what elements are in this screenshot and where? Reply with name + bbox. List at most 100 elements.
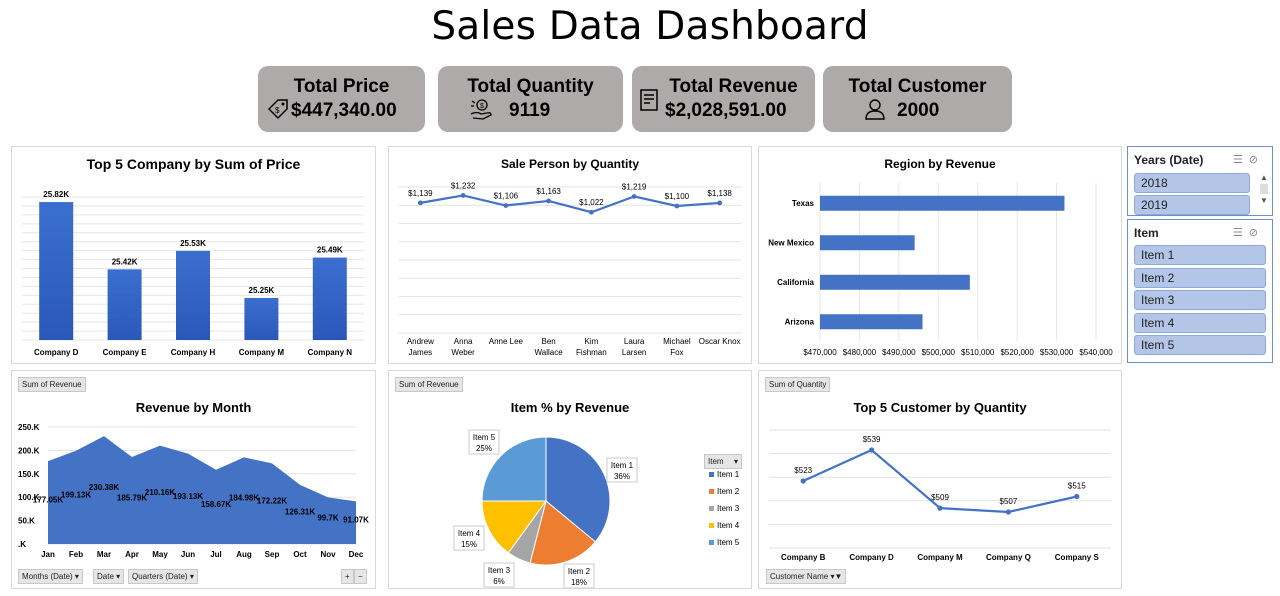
scroll-down-icon[interactable]: ▼ — [1259, 196, 1269, 205]
data-label-category: Item 2 — [568, 567, 591, 576]
data-label-category: Item 1 — [611, 461, 634, 470]
bar-california — [820, 274, 970, 290]
data-label: $523 — [794, 466, 812, 475]
scroll-up-icon[interactable]: ▲ — [1259, 173, 1269, 182]
clear-filter-icon[interactable]: ⊘ — [1249, 154, 1264, 166]
data-point — [937, 505, 943, 511]
region-bar-chart: $470,000 $480,000 $490,000 $500,000 $510,000… — [768, 183, 1113, 357]
user-icon — [865, 99, 885, 120]
slicer-scrollbar[interactable]: ▲ ▼ — [1259, 173, 1269, 213]
x-tick-label: Anne Lee — [489, 337, 524, 346]
bar-company-e — [107, 269, 142, 340]
clear-filter-icon[interactable]: ⊘ — [1249, 227, 1264, 239]
data-label: 6% — [493, 577, 505, 586]
data-point — [1074, 493, 1080, 500]
data-label: 184.98K — [229, 494, 259, 503]
sales-person-chart-panel[interactable]: Sale Person by Quantity $1,139 Andrew Jame… — [388, 146, 752, 364]
x-tick-label: Kim — [584, 337, 598, 346]
kpi-value: $447,340.00 — [291, 100, 397, 121]
bar-company-n — [312, 257, 347, 340]
top-company-chart-panel[interactable]: Top 5 Company by Sum of Price 25.82K Comp… — [11, 146, 376, 364]
data-label: 210.16K — [145, 488, 175, 497]
slicer-title: Years (Date) — [1134, 153, 1204, 167]
data-label: $507 — [1000, 497, 1018, 506]
data-label: 15% — [461, 540, 477, 549]
top-customer-chart-panel[interactable]: Sum of Quantity Top 5 Customer by Quanti… — [758, 370, 1122, 589]
kpi-value: 9119 — [509, 100, 551, 121]
kpi-value: $2,028,591.00 — [665, 100, 787, 121]
bar-texas — [820, 195, 1065, 211]
x-tick-label: Company D — [849, 553, 894, 562]
y-tick-label: 250.K — [18, 423, 40, 432]
y-tick-label: 200.K — [18, 446, 40, 455]
data-label: 25% — [476, 444, 492, 453]
collapse-field-button[interactable]: − — [354, 569, 367, 584]
x-tick-label: Dec — [349, 550, 364, 559]
data-label: $1,232 — [451, 181, 476, 190]
kpi-value: 2000 — [897, 100, 940, 121]
x-tick-label: Company Q — [986, 553, 1031, 562]
x-tick-label: Fishman — [576, 348, 607, 357]
data-point — [588, 209, 594, 215]
item-pct-chart-panel[interactable]: Sum of Revenue Item % by Revenue Item 13… — [388, 370, 752, 589]
slicer-item-2[interactable]: Item 2 — [1134, 268, 1266, 288]
x-tick-label: $470,000 — [803, 348, 837, 357]
axis-button-quarters[interactable]: Quarters (Date) ▾ — [128, 569, 198, 584]
svg-text:$: $ — [275, 106, 280, 115]
axis-button-date[interactable]: Date ▾ — [93, 569, 125, 584]
x-tick-label: Feb — [69, 550, 83, 559]
slicer-item-3[interactable]: Item 3 — [1134, 290, 1266, 310]
slicer-item-1[interactable]: Item 1 — [1134, 245, 1266, 265]
data-label: $1,219 — [622, 182, 647, 191]
legend-swatch — [709, 489, 714, 494]
x-tick-label: Nov — [320, 550, 336, 559]
years-slicer[interactable]: Years (Date) ☰⊘ 2018 2019 ▲ ▼ — [1127, 146, 1273, 216]
data-label-category: Item 3 — [488, 566, 511, 575]
data-label-category: Item 5 — [473, 433, 496, 442]
slicer-item-2018[interactable]: 2018 — [1134, 173, 1250, 193]
bar-company-h — [176, 250, 210, 340]
legend-swatch — [709, 472, 714, 477]
revenue-month-chart-panel[interactable]: Sum of Revenue Revenue by Month 250.K 200… — [11, 370, 376, 589]
y-tick-label: New Mexico — [768, 238, 814, 247]
kpi-card-total-revenue: Total Revenue $2,028,591.00 — [632, 66, 815, 132]
slicer-item-5[interactable]: Item 5 — [1134, 335, 1266, 355]
legend-entry-item-1: Item 1 — [717, 470, 740, 479]
slicer-item-2019[interactable]: 2019 — [1134, 195, 1250, 215]
x-tick-label: Fox — [670, 348, 683, 357]
data-point — [717, 200, 723, 206]
item-slicer[interactable]: Item ☰⊘ Item 1 Item 2 Item 3 Item 4 Item… — [1127, 219, 1273, 363]
data-point — [460, 193, 466, 198]
legend-entry-item-2: Item 2 — [717, 487, 740, 496]
legend-swatch — [709, 506, 714, 511]
x-tick-label: $500,000 — [922, 348, 956, 357]
region-chart-panel[interactable]: Region by Revenue $470,000 $480,000 $490,0… — [758, 146, 1122, 364]
kpi-card-total-customer: Total Customer 2000 — [823, 66, 1012, 132]
slicer-item-4[interactable]: Item 4 — [1134, 313, 1266, 333]
data-label: 25.82K — [43, 190, 69, 199]
x-tick-label: Company S — [1055, 553, 1100, 562]
x-tick-label: Company N — [308, 348, 353, 357]
data-point — [800, 478, 806, 484]
multi-select-icon[interactable]: ☰ — [1233, 154, 1249, 166]
x-tick-label: Andrew — [407, 337, 434, 346]
legend-button-item[interactable]: Item ▾ — [704, 454, 742, 469]
data-label: 25.25K — [249, 286, 275, 295]
x-tick-label: Ben — [542, 337, 556, 346]
data-label: $1,163 — [536, 187, 561, 196]
axis-button-customer-name[interactable]: Customer Name ▾▼ — [766, 569, 847, 584]
multi-select-icon[interactable]: ☰ — [1233, 227, 1249, 239]
axis-button-months[interactable]: Months (Date) ▾ — [18, 569, 83, 584]
top-company-bar-chart: 25.82K Company D 25.42K Company E 25.53K Comp… — [22, 190, 364, 357]
x-tick-label: $540,000 — [1079, 348, 1113, 357]
legend-swatch — [709, 540, 714, 545]
sales-person-line-chart: $1,139 Andrew James $1,232 Anna Weber $1,106 An… — [399, 181, 741, 357]
data-label: $515 — [1068, 482, 1086, 491]
chevron-down-icon: ▾ — [116, 572, 121, 581]
x-tick-label: Aug — [236, 550, 252, 559]
expand-field-button[interactable]: + — [341, 569, 354, 584]
data-label: $1,139 — [408, 189, 433, 198]
receipt-icon — [640, 89, 658, 111]
x-tick-label: Michael — [663, 337, 691, 346]
bar-company-m — [244, 297, 279, 340]
